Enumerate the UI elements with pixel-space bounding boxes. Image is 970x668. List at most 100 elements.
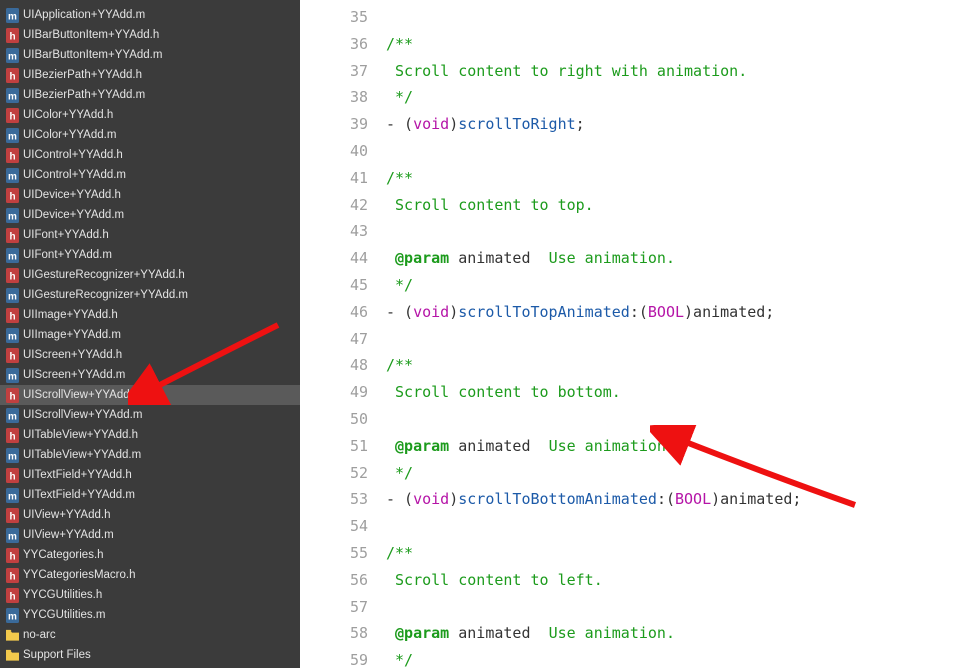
code-line[interactable]: /** bbox=[386, 352, 970, 379]
line-number: 55 bbox=[300, 540, 368, 567]
file-item[interactable]: mUIBarButtonItem+YYAdd.m bbox=[0, 45, 300, 65]
svg-text:h: h bbox=[9, 151, 15, 162]
line-number: 38 bbox=[300, 84, 368, 111]
file-item[interactable]: mUIView+YYAdd.m bbox=[0, 525, 300, 545]
file-item[interactable]: hUIColor+YYAdd.h bbox=[0, 105, 300, 125]
svg-text:m: m bbox=[8, 11, 17, 22]
file-label: UIScreen+YYAdd.h bbox=[23, 349, 122, 361]
file-item[interactable]: hUIScrollView+YYAdd.h bbox=[0, 385, 300, 405]
file-item[interactable]: mUIFont+YYAdd.m bbox=[0, 245, 300, 265]
file-item[interactable]: h UIScreen+YYAdd.h bbox=[0, 345, 300, 365]
svg-text:h: h bbox=[9, 351, 15, 362]
svg-text:m: m bbox=[8, 411, 17, 422]
file-item[interactable]: hUIBarButtonItem+YYAdd.h bbox=[0, 25, 300, 45]
impl-file-icon: m bbox=[6, 528, 19, 543]
file-item[interactable]: hUIFont+YYAdd.h bbox=[0, 225, 300, 245]
file-item[interactable]: mYYCGUtilities.m bbox=[0, 605, 300, 625]
file-label: UIBezierPath+YYAdd.m bbox=[23, 89, 145, 101]
file-item[interactable]: hUIView+YYAdd.h bbox=[0, 505, 300, 525]
line-number: 59 bbox=[300, 647, 368, 668]
svg-text:h: h bbox=[9, 311, 15, 322]
file-item[interactable]: mUIDevice+YYAdd.m bbox=[0, 205, 300, 225]
line-number: 47 bbox=[300, 326, 368, 353]
code-line[interactable] bbox=[386, 406, 970, 433]
line-number: 52 bbox=[300, 460, 368, 487]
header-file-icon: h bbox=[6, 548, 19, 563]
file-label: UIGestureRecognizer+YYAdd.m bbox=[23, 289, 188, 301]
code-line[interactable]: */ bbox=[386, 460, 970, 487]
line-number: 40 bbox=[300, 138, 368, 165]
code-line[interactable] bbox=[386, 4, 970, 31]
code-line[interactable]: */ bbox=[386, 84, 970, 111]
code-line[interactable] bbox=[386, 513, 970, 540]
file-item[interactable]: mUIControl+YYAdd.m bbox=[0, 165, 300, 185]
file-label: UITextField+YYAdd.m bbox=[23, 489, 135, 501]
code-line[interactable] bbox=[386, 594, 970, 621]
code-line[interactable]: /** bbox=[386, 165, 970, 192]
svg-text:h: h bbox=[9, 471, 15, 482]
line-number: 58 bbox=[300, 620, 368, 647]
file-item[interactable]: m UIBezierPath+YYAdd.m bbox=[0, 85, 300, 105]
file-item[interactable]: mUIGestureRecognizer+YYAdd.m bbox=[0, 285, 300, 305]
folder-item[interactable]: Support Files bbox=[0, 645, 300, 665]
svg-text:h: h bbox=[9, 591, 15, 602]
impl-file-icon: m bbox=[6, 448, 19, 463]
file-item[interactable]: mUIImage+YYAdd.m bbox=[0, 325, 300, 345]
line-number: 48 bbox=[300, 352, 368, 379]
file-item[interactable]: hYYCGUtilities.h bbox=[0, 585, 300, 605]
code-line[interactable]: */ bbox=[386, 272, 970, 299]
code-line[interactable]: /** bbox=[386, 31, 970, 58]
file-item[interactable]: hYYCategories.h bbox=[0, 545, 300, 565]
header-file-icon: h bbox=[6, 108, 19, 123]
code-line[interactable]: Scroll content to bottom. bbox=[386, 379, 970, 406]
file-item[interactable]: mUIScrollView+YYAdd.m bbox=[0, 405, 300, 425]
svg-text:m: m bbox=[8, 91, 17, 102]
file-item[interactable]: mUIApplication+YYAdd.m bbox=[0, 5, 300, 25]
code-line[interactable]: - (void)scrollToRight; bbox=[386, 111, 970, 138]
file-navigator[interactable]: mUIApplication+YYAdd.mhUIBarButtonItem+Y… bbox=[0, 0, 300, 668]
code-line[interactable]: @param animated Use animation. bbox=[386, 620, 970, 647]
file-item[interactable]: hUITableView+YYAdd.h bbox=[0, 425, 300, 445]
code-line[interactable] bbox=[386, 326, 970, 353]
file-item[interactable]: hUIBezierPath+YYAdd.h bbox=[0, 65, 300, 85]
code-line[interactable]: */ bbox=[386, 647, 970, 668]
header-file-icon: h bbox=[6, 308, 19, 323]
code-line[interactable]: - (void)scrollToBottomAnimated:(BOOL)ani… bbox=[386, 486, 970, 513]
file-label: UIColor+YYAdd.m bbox=[23, 129, 116, 141]
code-line[interactable]: Scroll content to left. bbox=[386, 567, 970, 594]
file-item[interactable]: hYYCategoriesMacro.h bbox=[0, 565, 300, 585]
code-line[interactable]: Scroll content to top. bbox=[386, 192, 970, 219]
impl-file-icon: m bbox=[6, 128, 19, 143]
code-editor[interactable]: 3536373839404142434445464748495051525354… bbox=[300, 0, 970, 668]
file-item[interactable]: hUIImage+YYAdd.h bbox=[0, 305, 300, 325]
folder-item[interactable]: no-arc bbox=[0, 625, 300, 645]
impl-file-icon: m bbox=[6, 88, 19, 103]
file-item[interactable]: mUIScreen+YYAdd.m bbox=[0, 365, 300, 385]
code-line[interactable]: - (void)scrollToTopAnimated:(BOOL)animat… bbox=[386, 299, 970, 326]
file-item[interactable]: hUITextField+YYAdd.h bbox=[0, 465, 300, 485]
svg-text:h: h bbox=[9, 231, 15, 242]
code-line[interactable] bbox=[386, 218, 970, 245]
folder-icon bbox=[6, 648, 19, 663]
file-label: YYCGUtilities.m bbox=[23, 609, 105, 621]
impl-file-icon: m bbox=[6, 48, 19, 63]
header-file-icon: h bbox=[6, 468, 19, 483]
code-area[interactable]: /** Scroll content to right with animati… bbox=[386, 0, 970, 668]
file-label: UIDevice+YYAdd.h bbox=[23, 189, 121, 201]
file-item[interactable]: m UIColor+YYAdd.m bbox=[0, 125, 300, 145]
code-line[interactable]: Scroll content to right with animation. bbox=[386, 58, 970, 85]
line-gutter: 3536373839404142434445464748495051525354… bbox=[300, 0, 386, 668]
file-label: UITableView+YYAdd.m bbox=[23, 449, 141, 461]
file-item[interactable]: mUITextField+YYAdd.m bbox=[0, 485, 300, 505]
file-label: UIScrollView+YYAdd.h bbox=[23, 389, 139, 401]
code-line[interactable]: /** bbox=[386, 540, 970, 567]
code-line[interactable]: @param animated Use animation. bbox=[386, 245, 970, 272]
code-line[interactable]: @param animated Use animation. bbox=[386, 433, 970, 460]
line-number: 44 bbox=[300, 245, 368, 272]
file-item[interactable]: hUIGestureRecognizer+YYAdd.h bbox=[0, 265, 300, 285]
svg-text:h: h bbox=[9, 511, 15, 522]
code-line[interactable] bbox=[386, 138, 970, 165]
file-item[interactable]: hUIControl+YYAdd.h bbox=[0, 145, 300, 165]
file-item[interactable]: m UITableView+YYAdd.m bbox=[0, 445, 300, 465]
file-item[interactable]: hUIDevice+YYAdd.h bbox=[0, 185, 300, 205]
